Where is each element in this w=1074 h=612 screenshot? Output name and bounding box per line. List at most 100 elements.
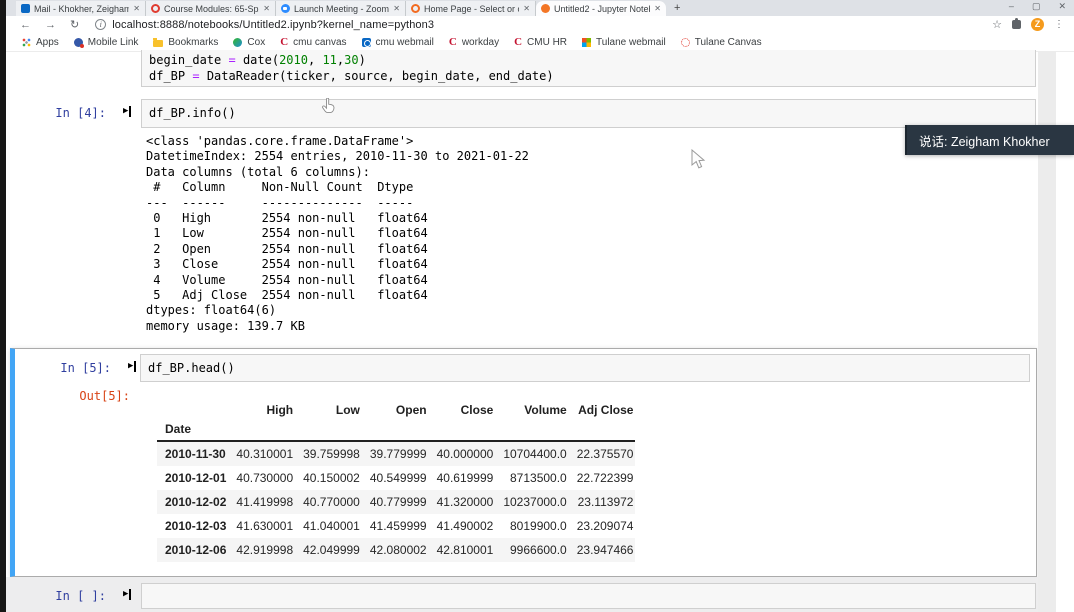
ms-grid-icon: [582, 38, 591, 47]
table-row: 2010-12-0241.41999840.77000040.77999941.…: [157, 490, 635, 514]
address-bar: ← → ↻ i localhost:8888/notebooks/Untitle…: [6, 16, 1074, 33]
browser-tab[interactable]: Home Page - Select or create a r✕: [406, 1, 536, 16]
address-bar-actions: ☆ Z ⋮: [992, 16, 1068, 33]
input-prompt-empty: In [ ]:: [6, 589, 106, 603]
minimize-icon[interactable]: –: [1009, 1, 1014, 12]
cell-value: 22.722399: [569, 466, 636, 490]
bookmark-star-icon[interactable]: ☆: [992, 18, 1002, 31]
column-header: Adj Close: [569, 399, 636, 420]
browser-tab[interactable]: Launch Meeting - Zoom ✕: [276, 1, 406, 16]
canvas-ring-icon: [681, 38, 690, 47]
chrome-menu-icon[interactable]: ⋮: [1054, 19, 1064, 30]
bookmark-item[interactable]: cmu webmail: [362, 37, 434, 48]
forward-icon[interactable]: →: [45, 19, 56, 31]
arrow-cursor: [691, 149, 707, 171]
reload-icon[interactable]: ↻: [70, 18, 79, 31]
bookmark-item[interactable]: Tulane Canvas: [681, 37, 762, 48]
browser-tab[interactable]: Mail - Khokher, Zeigham - Outlo ✕: [16, 1, 146, 16]
cell-value: 42.049999: [295, 538, 362, 562]
bookmark-item[interactable]: Ccmu canvas: [280, 37, 346, 48]
tab-close-icon[interactable]: ✕: [654, 4, 661, 13]
tab-close-icon[interactable]: ✕: [393, 4, 400, 13]
row-index: 2010-11-30: [157, 441, 228, 466]
code-text: df_BP.head(): [141, 355, 1029, 381]
bookmark-item[interactable]: Cworkday: [449, 37, 499, 48]
dataframe-table: HighLowOpenCloseVolumeAdj CloseDate2010-…: [157, 399, 635, 562]
maximize-icon[interactable]: ▢: [1032, 1, 1041, 12]
row-index: 2010-12-03: [157, 514, 228, 538]
bookmark-item[interactable]: Bookmarks: [153, 37, 218, 48]
red-c-icon: C: [280, 38, 288, 47]
red-c-icon: C: [449, 38, 457, 47]
cell-value: 23.113972: [569, 490, 636, 514]
cell-value: 10704400.0: [495, 441, 568, 466]
bookmark-label: workday: [462, 37, 499, 48]
code-cell-empty[interactable]: [141, 583, 1036, 609]
cell-value: 40.619999: [429, 466, 496, 490]
bookmark-label: cmu webmail: [376, 37, 434, 48]
tab-close-icon[interactable]: ✕: [523, 4, 530, 13]
row-index: 2010-12-02: [157, 490, 228, 514]
cell-value: 40.549999: [362, 466, 429, 490]
cell-value: 23.209074: [569, 514, 636, 538]
run-cell-icon[interactable]: ▶: [123, 589, 131, 600]
tab-close-icon[interactable]: ✕: [133, 4, 140, 13]
cell-value: 40.770000: [295, 490, 362, 514]
cell-value: 10237000.0: [495, 490, 568, 514]
tabs-holder: Mail - Khokher, Zeigham - Outlo✕Course M…: [16, 1, 666, 16]
bookmark-item[interactable]: Mobile Link: [74, 37, 139, 48]
zoom-speaker-caption: 说话: Zeigham Khokher: [905, 125, 1074, 155]
screen: Mail - Khokher, Zeigham - Outlo✕Course M…: [0, 0, 1074, 612]
selected-cell[interactable]: In [5]: ▶ df_BP.head() Out[5]: HighLowOp…: [10, 348, 1037, 577]
window-controls: – ▢ ✕: [1009, 1, 1066, 12]
code-cell-top[interactable]: begin_date = date(2010, 11,30)df_BP = Da…: [141, 50, 1036, 87]
bookmark-label: Cox: [247, 37, 265, 48]
run-cell-icon[interactable]: ▶: [128, 361, 136, 372]
code-cell-5[interactable]: df_BP.head(): [140, 354, 1030, 382]
bookmark-label: Tulane webmail: [596, 37, 666, 48]
jupyter-favicon-icon: [541, 4, 550, 13]
red-c-icon: C: [514, 38, 522, 47]
run-cell-icon[interactable]: ▶: [123, 106, 131, 117]
cell-value: 40.000000: [429, 441, 496, 466]
table-row: 2010-11-3040.31000139.75999839.77999940.…: [157, 441, 635, 466]
index-name: Date: [157, 420, 228, 441]
bookmark-item[interactable]: Cox: [233, 37, 265, 48]
cell-value: 42.919998: [228, 538, 295, 562]
mobile-link-icon: [74, 38, 83, 47]
bookmark-item[interactable]: Tulane webmail: [582, 37, 666, 48]
cell-value: 41.490002: [429, 514, 496, 538]
back-icon[interactable]: ←: [20, 19, 31, 31]
cell-value: 40.150002: [295, 466, 362, 490]
browser-tab[interactable]: Course Modules: 65-Sp21- Adv E✕: [146, 1, 276, 16]
outlook-favicon-icon: [21, 4, 30, 13]
tab-title: Mail - Khokher, Zeigham - Outlo: [34, 4, 129, 14]
zoom-favicon-icon: [281, 4, 290, 13]
tab-title: Launch Meeting - Zoom: [294, 4, 389, 14]
cell-value: 41.419998: [228, 490, 295, 514]
bookmark-label: Mobile Link: [88, 37, 139, 48]
table-row: 2010-12-0341.63000141.04000141.45999941.…: [157, 514, 635, 538]
extensions-icon[interactable]: [1012, 20, 1021, 29]
cell-value: 39.759998: [295, 441, 362, 466]
close-icon[interactable]: ✕: [1058, 1, 1066, 12]
bookmark-item[interactable]: CCMU HR: [514, 37, 567, 48]
bookmark-item[interactable]: Apps: [22, 37, 59, 48]
url-input[interactable]: localhost:8888/notebooks/Untitled2.ipynb…: [112, 19, 434, 31]
site-info-icon[interactable]: i: [95, 19, 106, 30]
cell-4-output: <class 'pandas.core.frame.DataFrame'> Da…: [146, 134, 529, 334]
cell-value: 9966600.0: [495, 538, 568, 562]
new-tab-button[interactable]: +: [674, 1, 680, 16]
tab-close-icon[interactable]: ✕: [263, 4, 270, 13]
profile-avatar[interactable]: Z: [1031, 18, 1044, 31]
browser-tab[interactable]: Untitled2 - Jupyter Notebook✕: [536, 1, 666, 16]
outlook-small-icon: [362, 38, 371, 47]
cell-value: 42.080002: [362, 538, 429, 562]
row-index: 2010-12-01: [157, 466, 228, 490]
code-cell-4[interactable]: df_BP.info(): [141, 99, 1036, 128]
output-prompt-5: Out[5]:: [11, 389, 130, 403]
cell-value: 41.630001: [228, 514, 295, 538]
dataframe-output: HighLowOpenCloseVolumeAdj CloseDate2010-…: [157, 399, 635, 562]
column-header: Close: [429, 399, 496, 420]
cell-value: 41.040001: [295, 514, 362, 538]
